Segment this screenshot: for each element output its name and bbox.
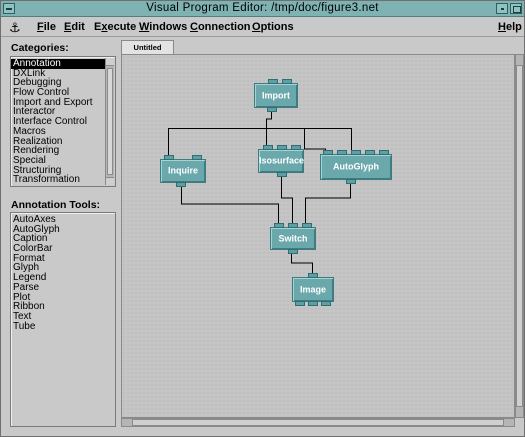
node-isosurface-label: Isosurface (259, 155, 305, 166)
menu-bar: ⚓ File Edit Execute Windows Connection O… (1, 17, 524, 37)
window-title: Visual Program Editor: /tmp/doc/figure3.… (146, 2, 379, 14)
menu-windows[interactable]: Windows (139, 21, 187, 33)
node-image-label: Image (299, 284, 326, 294)
tools-label: Annotation Tools: (11, 199, 101, 211)
node-import-label: Import (262, 90, 290, 100)
menu-help[interactable]: Help (498, 21, 522, 33)
menu-execute[interactable]: Execute (94, 21, 136, 33)
node-isosurface[interactable]: Isosurface (258, 145, 305, 177)
node-image[interactable]: Image (292, 273, 334, 306)
menu-connection[interactable]: Connection (190, 21, 251, 33)
tool-item-tube[interactable]: Tube (11, 321, 115, 332)
visual-program-editor-window: Visual Program Editor: /tmp/doc/figure3.… (0, 0, 525, 437)
categories-scrollbar[interactable] (105, 58, 114, 185)
menu-file[interactable]: File (37, 21, 56, 33)
canvas-horizontal-scrollbar[interactable] (121, 418, 515, 427)
node-switch[interactable]: Switch (270, 223, 316, 254)
title-bar[interactable]: Visual Program Editor: /tmp/doc/figure3.… (1, 1, 524, 17)
menu-edit[interactable]: Edit (64, 21, 85, 33)
tools-list[interactable]: AutoAxes AutoGlyph Caption ColorBar Form… (10, 212, 116, 427)
canvas-vertical-scrollbar[interactable] (515, 54, 524, 418)
minimize-icon[interactable] (496, 3, 508, 14)
categories-label: Categories: (11, 42, 69, 54)
program-canvas[interactable] (121, 54, 515, 418)
node-autoglyph[interactable]: AutoGlyph (320, 150, 392, 184)
categories-list[interactable]: Annotation DXLink Debugging Flow Control… (10, 56, 116, 187)
menu-options[interactable]: Options (252, 21, 294, 33)
tab-untitled[interactable]: Untitled (121, 40, 174, 54)
category-item-transformation[interactable]: Transformation (11, 175, 115, 185)
node-autoglyph-label: AutoGlyph (333, 161, 379, 172)
anchor-icon[interactable]: ⚓ (9, 20, 21, 36)
node-inquire[interactable]: Inquire (160, 155, 206, 187)
maximize-icon[interactable] (510, 3, 522, 14)
node-import[interactable]: Import (254, 79, 298, 112)
node-inquire-label: Inquire (167, 165, 198, 176)
node-switch-label: Switch (278, 233, 308, 243)
